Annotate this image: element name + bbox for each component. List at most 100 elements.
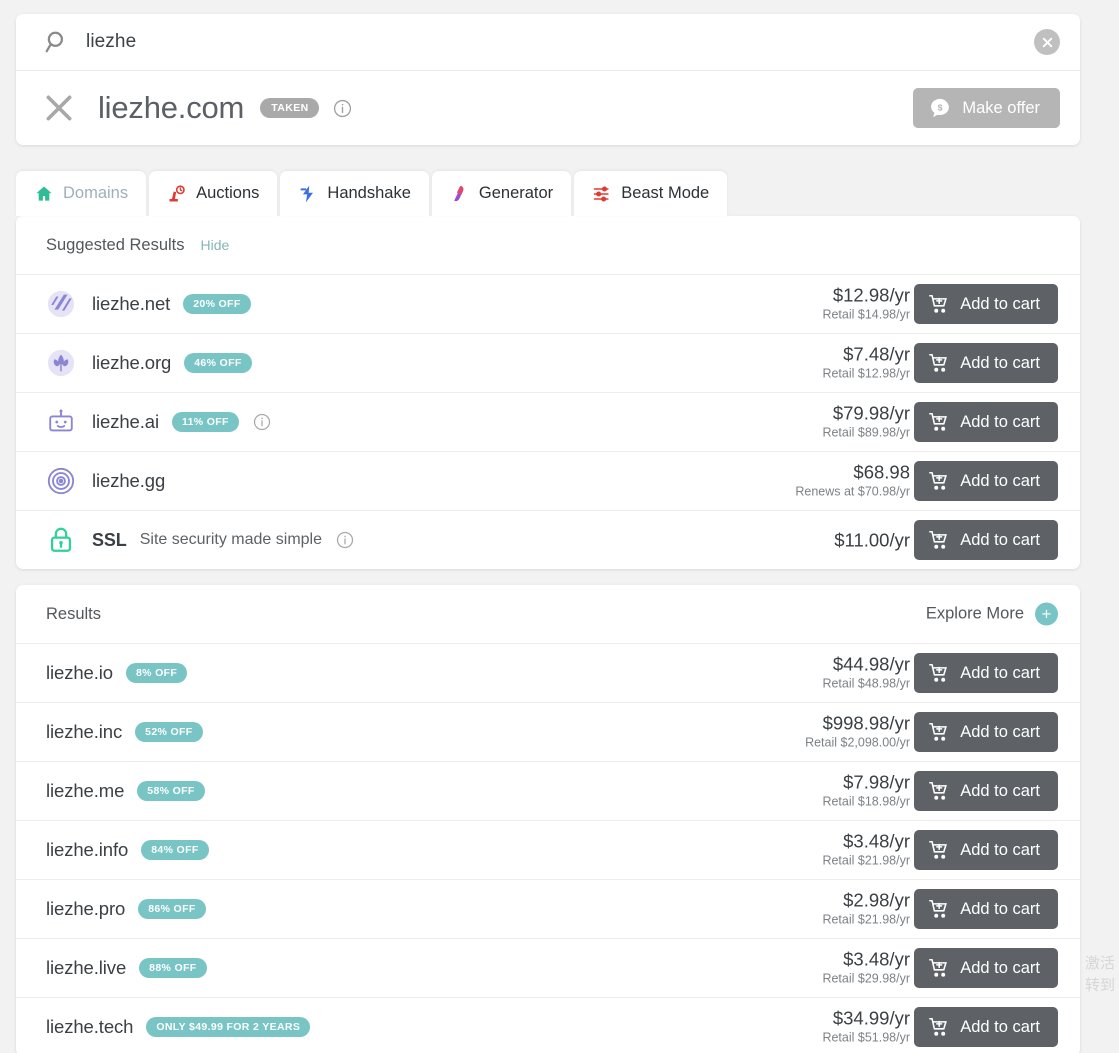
discount-badge: 52% OFF <box>135 722 203 742</box>
ssl-row[interactable]: SSL Site security made simple $11.00/yr … <box>16 510 1080 569</box>
retail-price: Renews at $70.98/yr <box>795 485 910 500</box>
clear-search-button[interactable] <box>1034 29 1060 55</box>
results-header: Results Explore More + <box>16 585 1080 643</box>
tab-auctions-label: Auctions <box>196 184 260 202</box>
page-title: liezhe.com <box>98 90 245 125</box>
globe-stripe-icon <box>46 289 76 319</box>
retail-price: Retail $2,098.00/yr <box>805 736 910 751</box>
retail-price: Retail $21.98/yr <box>822 913 910 928</box>
price: $68.98 <box>853 461 910 483</box>
plus-circle-icon: + <box>1035 602 1058 626</box>
results-title: Results <box>46 604 102 623</box>
tab-domains[interactable]: Domains <box>16 171 147 216</box>
price-block: $3.48/yr Retail $29.98/yr <box>822 949 910 988</box>
result-row[interactable]: liezhe.live 88% OFF $3.48/yr Retail $29.98/… <box>16 938 1080 997</box>
add-to-cart-button[interactable]: Add to cart <box>914 402 1058 442</box>
add-to-cart-button[interactable]: Add to cart <box>914 653 1058 693</box>
tab-beast-mode[interactable]: Beast Mode <box>574 171 728 216</box>
discount-badge: ONLY $49.99 FOR 2 YEARS <box>146 1017 311 1037</box>
search-input[interactable]: liezhe <box>86 31 136 53</box>
price: $11.00/yr <box>834 529 910 551</box>
add-to-cart-button[interactable]: Add to cart <box>914 284 1058 324</box>
lock-icon <box>46 525 76 555</box>
beast-mode-icon <box>592 184 612 204</box>
tab-beast-mode-label: Beast Mode <box>621 184 710 202</box>
search-card: liezhe liezhe.com TAKEN $ Make offer <box>16 14 1080 145</box>
discount-badge: 8% OFF <box>125 663 188 683</box>
cart-icon <box>928 293 950 315</box>
tab-handshake[interactable]: Handshake <box>280 171 429 216</box>
add-to-cart-button[interactable]: Add to cart <box>914 948 1058 988</box>
domain-search-page: liezhe liezhe.com TAKEN $ Make offer Dom… <box>0 0 1119 1053</box>
target-icon <box>46 466 76 496</box>
domain-name: liezhe.inc <box>46 721 123 742</box>
tab-generator[interactable]: Generator <box>431 171 572 216</box>
price: $7.98/yr <box>843 771 910 793</box>
price-block: $998.98/yr Retail $2,098.00/yr <box>805 713 910 752</box>
tab-domains-label: Domains <box>63 184 129 202</box>
cart-icon <box>928 957 950 979</box>
price-block: $34.99/yr Retail $51.98/yr <box>822 1008 910 1047</box>
price: $998.98/yr <box>822 712 910 734</box>
price-block: $11.00/yr <box>834 529 910 550</box>
make-offer-label: Make offer <box>962 98 1040 117</box>
suggested-results-card: Suggested Results Hide liezhe.net 20% OF… <box>16 216 1080 569</box>
price-block: $79.98/yr Retail $89.98/yr <box>822 403 910 442</box>
add-to-cart-label: Add to cart <box>960 663 1040 682</box>
add-to-cart-label: Add to cart <box>960 1017 1040 1036</box>
suggested-row[interactable]: liezhe.org 46% OFF $7.48/yr Retail $12.9… <box>16 333 1080 392</box>
add-to-cart-button[interactable]: Add to cart <box>914 712 1058 752</box>
result-row[interactable]: liezhe.tech ONLY $49.99 FOR 2 YEARS $34.99… <box>16 997 1080 1053</box>
cart-icon <box>928 411 950 433</box>
retail-price: Retail $18.98/yr <box>822 795 910 810</box>
result-row[interactable]: liezhe.me 58% OFF $7.98/yr Retail $18.98/yr… <box>16 761 1080 820</box>
cart-icon <box>928 898 950 920</box>
add-to-cart-button[interactable]: Add to cart <box>914 889 1058 929</box>
discount-badge: 88% OFF <box>139 958 207 978</box>
price-block: $7.98/yr Retail $18.98/yr <box>822 772 910 811</box>
add-to-cart-label: Add to cart <box>960 471 1040 490</box>
domain-name: liezhe.net <box>92 293 171 314</box>
dollar-bubble-icon: $ <box>929 97 951 119</box>
result-row[interactable]: liezhe.pro 86% OFF $2.98/yr Retail $21.98/y… <box>16 879 1080 938</box>
price: $12.98/yr <box>832 284 910 306</box>
explore-more-button[interactable]: Explore More + <box>926 602 1058 626</box>
add-to-cart-button[interactable]: Add to cart <box>914 1007 1058 1047</box>
add-to-cart-button[interactable]: Add to cart <box>914 771 1058 811</box>
info-icon[interactable] <box>253 413 271 431</box>
retail-price: Retail $12.98/yr <box>822 367 910 382</box>
suggested-row[interactable]: liezhe.gg $68.98 Renews at $70.98/yr Add… <box>16 451 1080 510</box>
make-offer-button[interactable]: $ Make offer <box>913 88 1060 128</box>
results-card: Results Explore More + liezhe.io 8% OFF $4… <box>16 585 1080 1053</box>
add-to-cart-label: Add to cart <box>960 294 1040 313</box>
suggested-row[interactable]: liezhe.ai 11% OFF $79.98/yr Retail $89.9… <box>16 392 1080 451</box>
info-icon[interactable] <box>336 531 354 549</box>
domain-name: liezhe.gg <box>92 470 166 491</box>
price-block: $68.98 Renews at $70.98/yr <box>795 462 910 501</box>
cart-icon <box>928 529 950 551</box>
svg-text:$: $ <box>938 102 943 112</box>
search-bar[interactable]: liezhe <box>16 14 1080 70</box>
add-to-cart-button[interactable]: Add to cart <box>914 830 1058 870</box>
add-to-cart-button[interactable]: Add to cart <box>914 343 1058 383</box>
add-to-cart-button[interactable]: Add to cart <box>914 520 1058 560</box>
discount-badge: 86% OFF <box>138 899 206 919</box>
price-block: $12.98/yr Retail $14.98/yr <box>822 285 910 324</box>
retail-price: Retail $21.98/yr <box>822 854 910 869</box>
info-icon[interactable] <box>333 99 352 118</box>
result-row[interactable]: liezhe.info 84% OFF $3.48/yr Retail $21.98/… <box>16 820 1080 879</box>
retail-price: Retail $89.98/yr <box>822 426 910 441</box>
result-row[interactable]: liezhe.io 8% OFF $44.98/yr Retail $48.98/yr… <box>16 643 1080 702</box>
add-to-cart-button[interactable]: Add to cart <box>914 461 1058 501</box>
suggested-row[interactable]: liezhe.net 20% OFF $12.98/yr Retail $14.… <box>16 274 1080 333</box>
search-icon <box>44 29 70 55</box>
result-row[interactable]: liezhe.inc 52% OFF $998.98/yr Retail $2,098… <box>16 702 1080 761</box>
cart-icon <box>928 721 950 743</box>
robot-icon <box>46 407 76 437</box>
add-to-cart-label: Add to cart <box>960 530 1040 549</box>
hide-suggested-link[interactable]: Hide <box>201 237 230 253</box>
discount-badge: 58% OFF <box>137 781 205 801</box>
domain-header: liezhe.com TAKEN $ Make offer <box>16 71 1080 145</box>
tab-auctions[interactable]: Auctions <box>149 171 278 216</box>
price-block: $7.48/yr Retail $12.98/yr <box>822 344 910 383</box>
